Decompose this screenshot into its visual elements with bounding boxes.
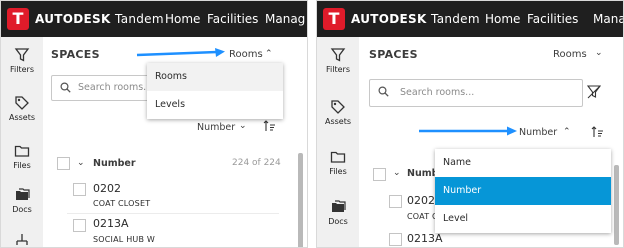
sort-dropdown-menu: Name Number Level xyxy=(435,149,611,233)
nav-home[interactable]: Home xyxy=(485,12,520,26)
view-selector-value[interactable]: Rooms xyxy=(229,49,263,60)
nav-facilities[interactable]: Facilities xyxy=(527,12,578,26)
hierarchy-icon xyxy=(16,234,28,245)
chevron-down-icon[interactable]: ⌄ xyxy=(239,121,247,131)
search-icon xyxy=(378,86,389,97)
view-dropdown-menu: Rooms Levels xyxy=(147,63,283,119)
left-rail: Filters Assets Files Docs xyxy=(317,37,360,247)
product-name: Tandem xyxy=(431,12,480,26)
dropdown-option-levels[interactable]: Levels xyxy=(147,91,283,119)
spaces-panel: SPACES Rooms ⌃ Search rooms... Number ⌄ … xyxy=(43,37,307,247)
dropdown-option-level[interactable]: Level xyxy=(435,205,611,233)
scrollbar[interactable] xyxy=(298,153,303,247)
row-divider xyxy=(67,213,279,214)
right-screenshot-panel: T AUTODESK Tandem Home Facilities Manag … xyxy=(316,0,624,248)
dropdown-option-rooms[interactable]: Rooms xyxy=(147,63,283,91)
chevron-down-icon[interactable]: ⌄ xyxy=(595,48,603,58)
autodesk-logo-icon[interactable]: T xyxy=(7,8,29,30)
spaces-title: SPACES xyxy=(369,48,418,61)
dropdown-option-number[interactable]: Number xyxy=(435,177,611,205)
brand-title: AUTODESK Tandem xyxy=(351,12,480,26)
scrollbar[interactable] xyxy=(614,165,619,245)
search-input[interactable]: Search rooms... xyxy=(400,87,474,98)
sort-order-icon[interactable] xyxy=(591,125,605,139)
spaces-title: SPACES xyxy=(51,48,100,61)
top-bar: T AUTODESK Tandem Home Facilities Manag xyxy=(317,1,623,37)
row-checkbox[interactable] xyxy=(73,183,86,196)
rail-item-more[interactable] xyxy=(1,233,43,247)
result-count: 224 of 224 xyxy=(232,158,281,168)
chevron-up-icon[interactable]: ⌃ xyxy=(563,127,571,137)
rail-label-docs: Docs xyxy=(12,205,32,214)
product-name: Tandem xyxy=(115,12,164,26)
rail-item-files[interactable]: Files xyxy=(317,149,359,176)
rail-label-filters: Filters xyxy=(10,65,34,74)
brand-name: AUTODESK xyxy=(351,12,427,26)
row-checkbox[interactable] xyxy=(73,219,86,232)
collapse-chevron-icon[interactable]: ⌄ xyxy=(393,168,401,178)
select-all-checkbox[interactable] xyxy=(57,157,70,170)
row-checkbox[interactable] xyxy=(389,233,402,246)
brand-title: AUTODESK Tandem xyxy=(35,12,164,26)
nav-home[interactable]: Home xyxy=(165,12,200,26)
filter-icon xyxy=(14,48,30,62)
clear-filter-icon[interactable] xyxy=(587,85,601,99)
search-icon xyxy=(60,82,71,93)
search-box[interactable]: Search rooms... xyxy=(369,79,583,107)
tag-icon xyxy=(15,96,29,110)
search-input[interactable]: Search rooms... xyxy=(78,82,152,93)
spaces-panel: SPACES Rooms ⌄ Search rooms... Number ⌃ … xyxy=(359,37,623,247)
nav-manage[interactable]: Manag xyxy=(593,12,623,26)
chevron-up-icon[interactable]: ⌃ xyxy=(265,49,273,59)
column-header-number[interactable]: Number xyxy=(93,158,136,169)
rail-item-filters[interactable]: Filters xyxy=(1,47,43,74)
left-rail: Filters Assets Files Docs xyxy=(1,37,44,247)
nav-facilities[interactable]: Facilities xyxy=(207,12,258,26)
brand-name: AUTODESK xyxy=(35,12,111,26)
rail-label-filters: Filters xyxy=(326,65,350,74)
room-name: COAT C xyxy=(407,212,438,221)
autodesk-logo-icon[interactable]: T xyxy=(323,8,345,30)
rail-label-assets: Assets xyxy=(8,113,36,122)
room-number[interactable]: 0213A xyxy=(93,217,129,230)
tag-icon xyxy=(331,100,345,114)
sort-order-icon[interactable] xyxy=(263,119,277,133)
rail-item-files[interactable]: Files xyxy=(1,143,43,170)
rail-item-assets[interactable]: Assets xyxy=(317,99,359,126)
rail-item-assets[interactable]: Assets xyxy=(1,95,43,122)
room-number[interactable]: 0202 xyxy=(407,194,435,207)
sort-selector-value[interactable]: Number xyxy=(197,122,235,133)
rail-label-assets: Assets xyxy=(324,117,352,126)
rail-item-docs[interactable]: Docs xyxy=(317,199,359,226)
room-name: COAT CLOSET xyxy=(93,199,151,208)
sort-selector-value[interactable]: Number xyxy=(519,127,557,138)
rail-item-docs[interactable]: Docs xyxy=(1,187,43,214)
dropdown-option-name[interactable]: Name xyxy=(435,149,611,177)
folder-icon xyxy=(14,145,30,157)
docs-icon xyxy=(16,188,30,200)
top-bar: T AUTODESK Tandem Home Facilities Manag xyxy=(1,1,307,37)
docs-icon xyxy=(332,200,346,212)
select-all-checkbox[interactable] xyxy=(373,168,386,181)
filter-icon xyxy=(330,48,346,62)
view-selector-value[interactable]: Rooms xyxy=(553,49,587,60)
annotation-arrow-icon xyxy=(136,48,225,57)
rail-item-filters[interactable]: Filters xyxy=(317,47,359,74)
left-screenshot-panel: T AUTODESK Tandem Home Facilities Manag … xyxy=(0,0,308,248)
room-number[interactable]: 0213A xyxy=(407,232,443,245)
room-name: SOCIAL HUB W xyxy=(93,235,156,244)
annotation-arrow-icon xyxy=(419,126,517,136)
rail-label-files: Files xyxy=(13,161,31,170)
collapse-chevron-icon[interactable]: ⌄ xyxy=(77,158,85,168)
rail-label-docs: Docs xyxy=(328,217,348,226)
room-number[interactable]: 0202 xyxy=(93,182,121,195)
folder-icon xyxy=(330,151,346,163)
row-checkbox[interactable] xyxy=(389,195,402,208)
rail-label-files: Files xyxy=(329,167,347,176)
nav-manage[interactable]: Manag xyxy=(265,12,305,26)
